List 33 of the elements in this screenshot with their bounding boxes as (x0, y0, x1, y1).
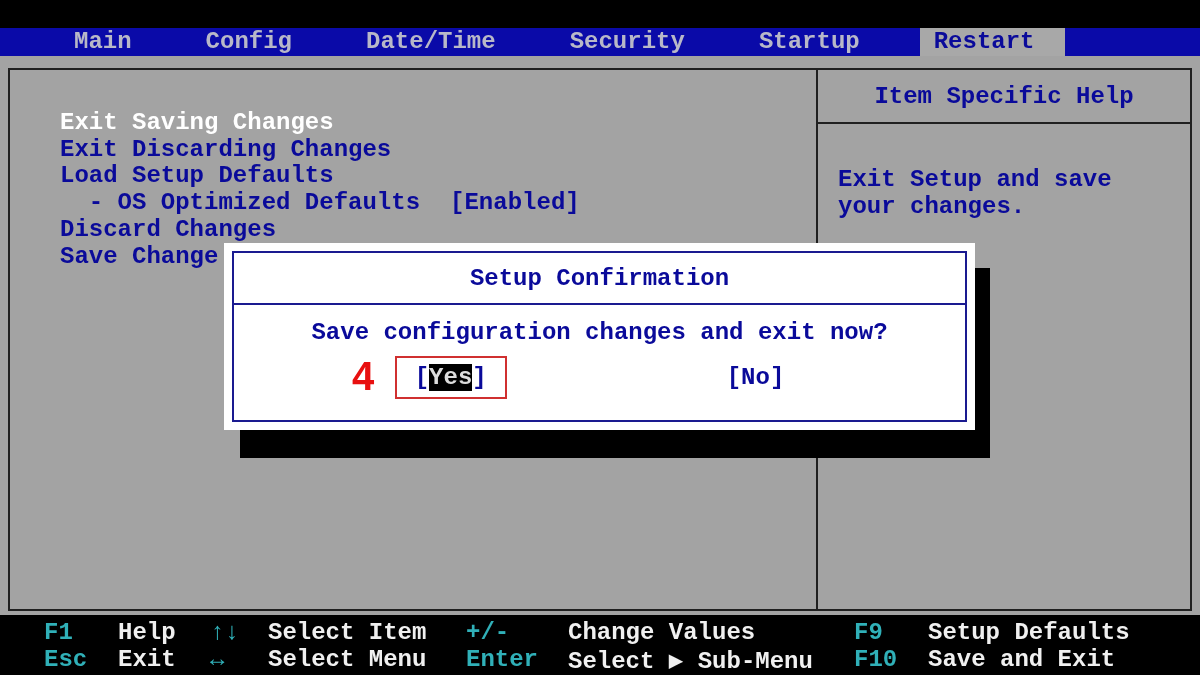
key-label: ↑↓ (210, 619, 240, 646)
key-label: F1 (44, 619, 74, 646)
key-label: F10 (854, 646, 899, 673)
key-action: Help (118, 619, 177, 646)
dialog-button[interactable]: [No] (706, 356, 805, 399)
menu-item[interactable]: Discard Changes (60, 216, 816, 244)
key-action: Exit (118, 646, 177, 673)
menu-tab[interactable]: Startup (744, 28, 874, 56)
key-action: Setup Defaults (928, 619, 1131, 646)
key-action: Change Values (568, 619, 757, 646)
help-title: Item Specific Help (818, 70, 1190, 124)
menu-tab[interactable]: Config (191, 28, 307, 56)
key-label: ↔ (210, 646, 226, 673)
setting-option[interactable]: - OS Optimized Defaults [Enabled] (60, 190, 816, 217)
menu-item[interactable]: Load Setup Defaults (60, 163, 816, 191)
help-text: Exit Setup and save your changes. (837, 165, 1113, 220)
menu-tab[interactable]: Security (555, 28, 699, 56)
key-action: Select Item (268, 619, 428, 646)
dialog-title: Setup Confirmation (234, 253, 965, 305)
dialog-message: Save configuration changes and exit now? (310, 319, 889, 346)
key-label: F9 (854, 619, 884, 646)
menu-item[interactable]: Exit Discarding Changes (60, 136, 816, 164)
step-number: 4 (352, 354, 375, 399)
setting-value: [Enabled] (450, 190, 580, 217)
key-action: Select ▶ Sub-Menu (568, 647, 814, 673)
menu-tab[interactable]: Date/Time (352, 28, 510, 56)
key-action: Select Menu (268, 646, 428, 673)
key-label: Enter (466, 646, 539, 673)
menu-tab[interactable]: Restart (919, 28, 1065, 56)
key-label: +/- (466, 619, 511, 646)
key-label: Esc (44, 646, 89, 673)
menu-tab[interactable]: Main (60, 28, 146, 56)
key-action: Save and Exit (928, 646, 1117, 673)
